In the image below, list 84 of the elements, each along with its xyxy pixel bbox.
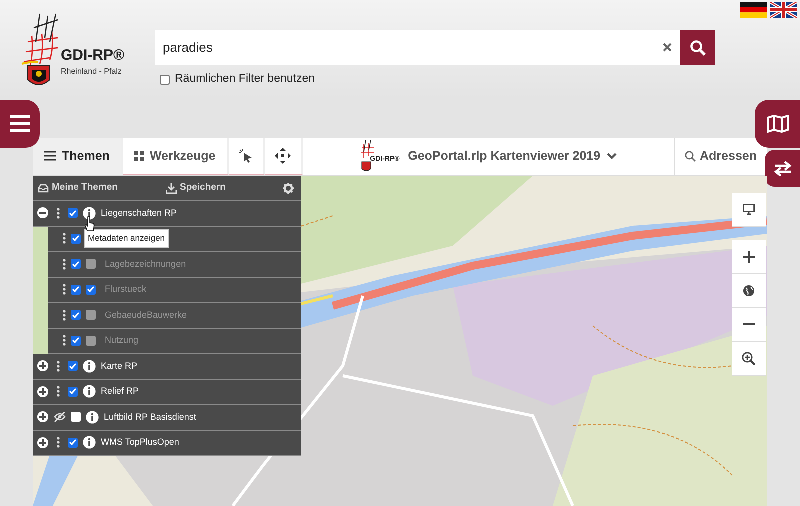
layer-label[interactable]: Luftbild RP Basisdienst	[104, 410, 196, 424]
uk-flag-icon[interactable]	[770, 2, 797, 18]
more-icon[interactable]	[63, 284, 66, 296]
layer-checkbox[interactable]	[86, 284, 96, 295]
move-icon	[274, 148, 291, 164]
hand-cursor-icon	[85, 216, 95, 232]
layer-checkbox[interactable]	[68, 386, 78, 397]
zoom-out-button[interactable]	[732, 308, 766, 342]
zoom-box-button[interactable]	[732, 342, 766, 376]
more-icon[interactable]	[63, 335, 66, 346]
toolbar-tab[interactable]: Themen	[33, 138, 123, 175]
settings-button[interactable]	[283, 182, 294, 194]
more-icon[interactable]	[57, 437, 60, 448]
plus-icon	[743, 250, 755, 262]
save-button[interactable]: Speichern	[166, 180, 226, 196]
search-icon	[690, 40, 706, 56]
search-icon	[685, 151, 696, 162]
download-icon	[166, 182, 177, 194]
clear-button[interactable]	[654, 30, 680, 65]
toolbar-tab[interactable]: Werkzeuge	[122, 138, 229, 175]
swap-button[interactable]	[765, 150, 800, 187]
globe-icon	[743, 284, 755, 296]
toolbar-tab[interactable]	[228, 138, 265, 175]
info-icon[interactable]	[86, 410, 99, 424]
layer-checkbox[interactable]	[86, 310, 96, 320]
layer-checkbox[interactable]	[86, 336, 96, 346]
filter-checkbox[interactable]	[160, 74, 170, 85]
layer-checkbox[interactable]	[68, 208, 78, 218]
eye-slash-icon[interactable]	[54, 412, 66, 422]
expand-icon[interactable]	[37, 360, 49, 372]
layer-checkbox[interactable]	[71, 259, 81, 270]
more-icon[interactable]	[63, 258, 66, 270]
layer-label[interactable]: Karte RP	[101, 360, 138, 373]
info-icon[interactable]	[83, 436, 96, 450]
search-button[interactable]	[680, 30, 715, 65]
layer-checkbox[interactable]	[71, 336, 81, 346]
fullscreen-button[interactable]	[732, 193, 766, 227]
logo-subtitle: Rheinland - Pfalz	[61, 66, 122, 78]
pointer-icon	[238, 149, 253, 163]
tray-icon	[38, 184, 49, 192]
more-icon[interactable]	[57, 360, 60, 372]
tooltip: Metadaten anzeigen	[84, 229, 170, 248]
layer-checkbox[interactable]	[71, 284, 81, 295]
minus-icon	[743, 323, 755, 326]
menu-icon	[10, 115, 30, 133]
menu-button[interactable]	[0, 100, 40, 148]
my-themes-button[interactable]: Meine Themen	[38, 180, 118, 196]
info-icon[interactable]	[83, 360, 96, 373]
layer-checkbox[interactable]	[71, 412, 81, 422]
layer-checkbox[interactable]	[71, 310, 81, 320]
layer-label[interactable]: Liegenschaften RP	[101, 206, 178, 220]
more-icon[interactable]	[63, 310, 66, 321]
more-icon[interactable]	[57, 208, 60, 219]
layer-checkbox[interactable]	[68, 438, 78, 448]
map-button[interactable]	[755, 100, 800, 148]
monitor-icon	[743, 204, 755, 215]
search-field[interactable]: paradies	[155, 30, 654, 65]
globe-button[interactable]	[732, 274, 766, 308]
chevron-down-icon	[606, 153, 617, 160]
more-icon[interactable]	[57, 386, 60, 398]
zoom-in-icon	[742, 352, 756, 366]
german-flag-icon[interactable]	[740, 2, 767, 18]
swap-icon	[774, 160, 792, 176]
filter-label: Räumlichen Filter benutzen	[175, 72, 315, 87]
layer-checkbox[interactable]	[68, 361, 78, 372]
expand-icon[interactable]	[37, 386, 49, 398]
logo-title: GDI-RP®	[61, 48, 125, 63]
layer-label[interactable]: Relief RP	[101, 385, 140, 398]
info-icon[interactable]	[83, 206, 96, 220]
settings-icon	[283, 182, 294, 194]
collapse-icon[interactable]	[37, 207, 49, 220]
toolbar-tab[interactable]	[264, 138, 303, 175]
layer-checkbox[interactable]	[86, 259, 96, 270]
close-icon	[662, 42, 672, 52]
map-icon	[766, 115, 788, 133]
info-icon[interactable]	[83, 385, 96, 398]
zoom-in-button[interactable]	[732, 240, 766, 274]
more-icon[interactable]	[63, 233, 66, 244]
layer-label[interactable]: WMS TopPlusOpen	[101, 436, 180, 450]
menu-icon	[44, 151, 56, 161]
expand-icon[interactable]	[37, 411, 49, 424]
layer-checkbox[interactable]	[71, 234, 81, 244]
expand-icon[interactable]	[37, 436, 49, 449]
grid-icon	[134, 151, 144, 161]
